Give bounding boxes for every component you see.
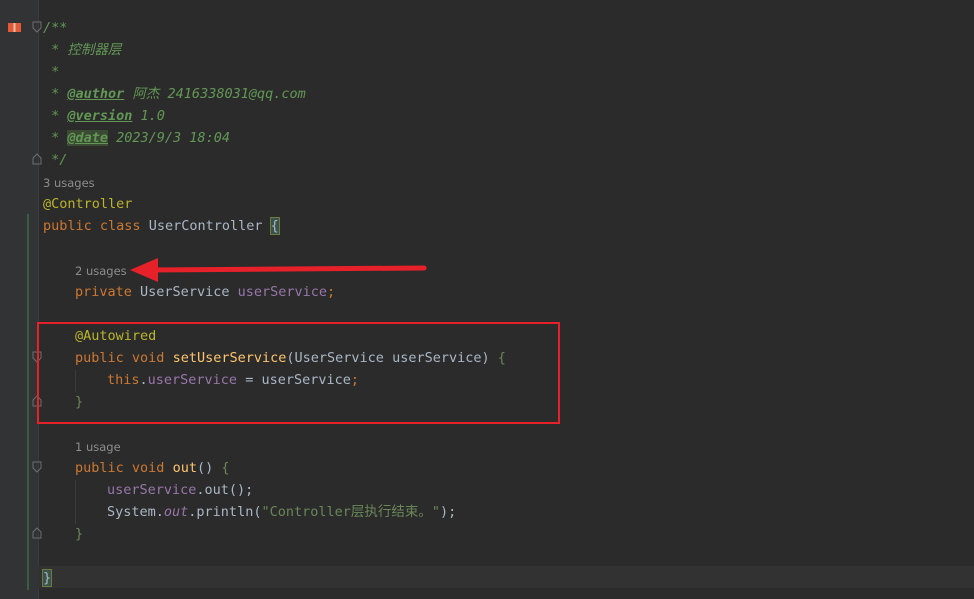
red-arrow-annotation — [130, 258, 427, 282]
